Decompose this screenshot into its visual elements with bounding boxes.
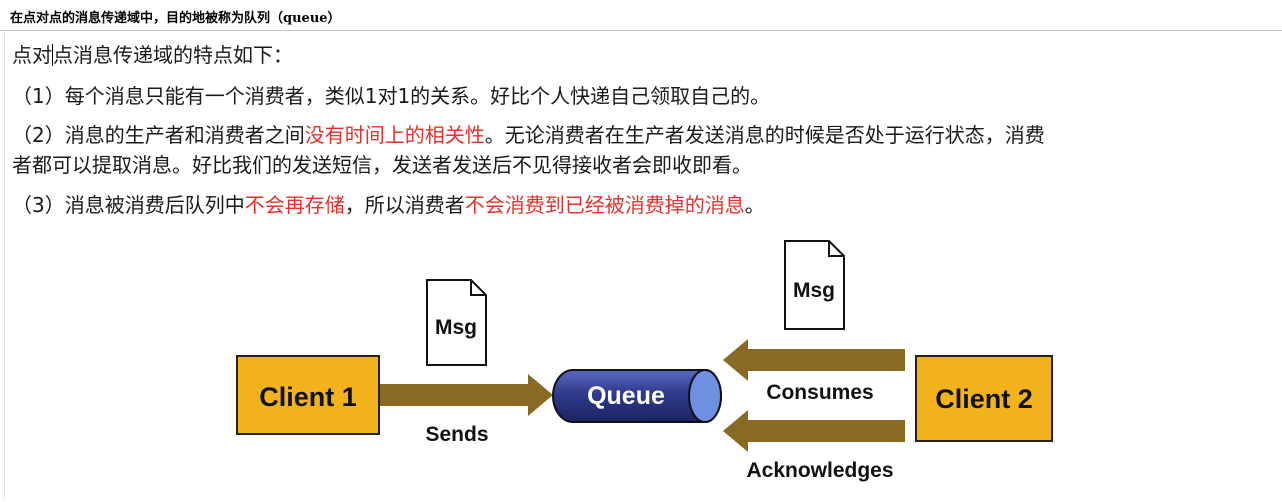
- document-title: 在点对点的消息传递域中，目的地被称为队列（queue）: [10, 11, 341, 26]
- client1-label: Client 1: [259, 382, 357, 412]
- p2p-diagram: Client 1 Client 2 Queue Msg Msg Sends Co…: [198, 232, 1091, 498]
- item3-text-mid: ，所以消费者: [344, 193, 465, 217]
- heading-text-part1: 点对: [12, 43, 52, 67]
- msg1-label: Msg: [435, 316, 477, 339]
- item3-highlight-1: 不会再存储: [244, 193, 345, 217]
- client2-label: Client 2: [935, 384, 1033, 414]
- feature-item-2: （2）消息的生产者和消费者之间没有时间上的相关性。无论消费者在生产者发送消息的时…: [12, 120, 1045, 150]
- consumes-arrow: [723, 339, 905, 381]
- msg-document-2: Msg: [784, 240, 845, 330]
- msg2-label: Msg: [793, 279, 835, 302]
- section-heading: 点对点消息传递域的特点如下：: [12, 40, 293, 70]
- left-margin-rule: [4, 31, 5, 498]
- item2-text-post: 。无论消费者在生产者发送消息的时候是否处于运行状态，消费: [484, 123, 1045, 147]
- feature-item-2-line2: 者都可以提取消息。好比我们的发送短信，发送者发送后不见得接收者会即收即看。: [12, 153, 752, 177]
- acknowledges-arrow: [723, 410, 905, 452]
- client1-box: Client 1: [236, 355, 380, 435]
- heading-text-part2: 点消息传递域的特点如下：: [53, 43, 293, 67]
- client2-box: Client 2: [915, 355, 1053, 442]
- msg-document-1: Msg: [426, 279, 487, 366]
- feature-item-3: （3）消息被消费后队列中不会再存储，所以消费者不会消费到已经被消费掉的消息。: [12, 190, 765, 220]
- feature-item-1: （1）每个消息只能有一个消费者，类似1对1的关系。好比个人快递自己领取自己的。: [12, 84, 771, 108]
- queue-cylinder: Queue: [552, 369, 722, 423]
- acknowledges-label: Acknowledges: [746, 459, 893, 482]
- item3-text-post: 。: [744, 193, 765, 217]
- item2-text-pre: （2）消息的生产者和消费者之间: [12, 123, 305, 147]
- consumes-label: Consumes: [766, 381, 873, 404]
- sends-label: Sends: [425, 423, 488, 446]
- queue-label: Queue: [587, 382, 665, 410]
- item3-highlight-2: 不会消费到已经被消费掉的消息: [464, 193, 745, 217]
- item2-highlight: 没有时间上的相关性: [304, 123, 485, 147]
- sends-arrow: [378, 374, 553, 416]
- top-title-bar: 在点对点的消息传递域中，目的地被称为队列（queue）: [0, 0, 1282, 31]
- item3-text-pre: （3）消息被消费后队列中: [12, 193, 245, 217]
